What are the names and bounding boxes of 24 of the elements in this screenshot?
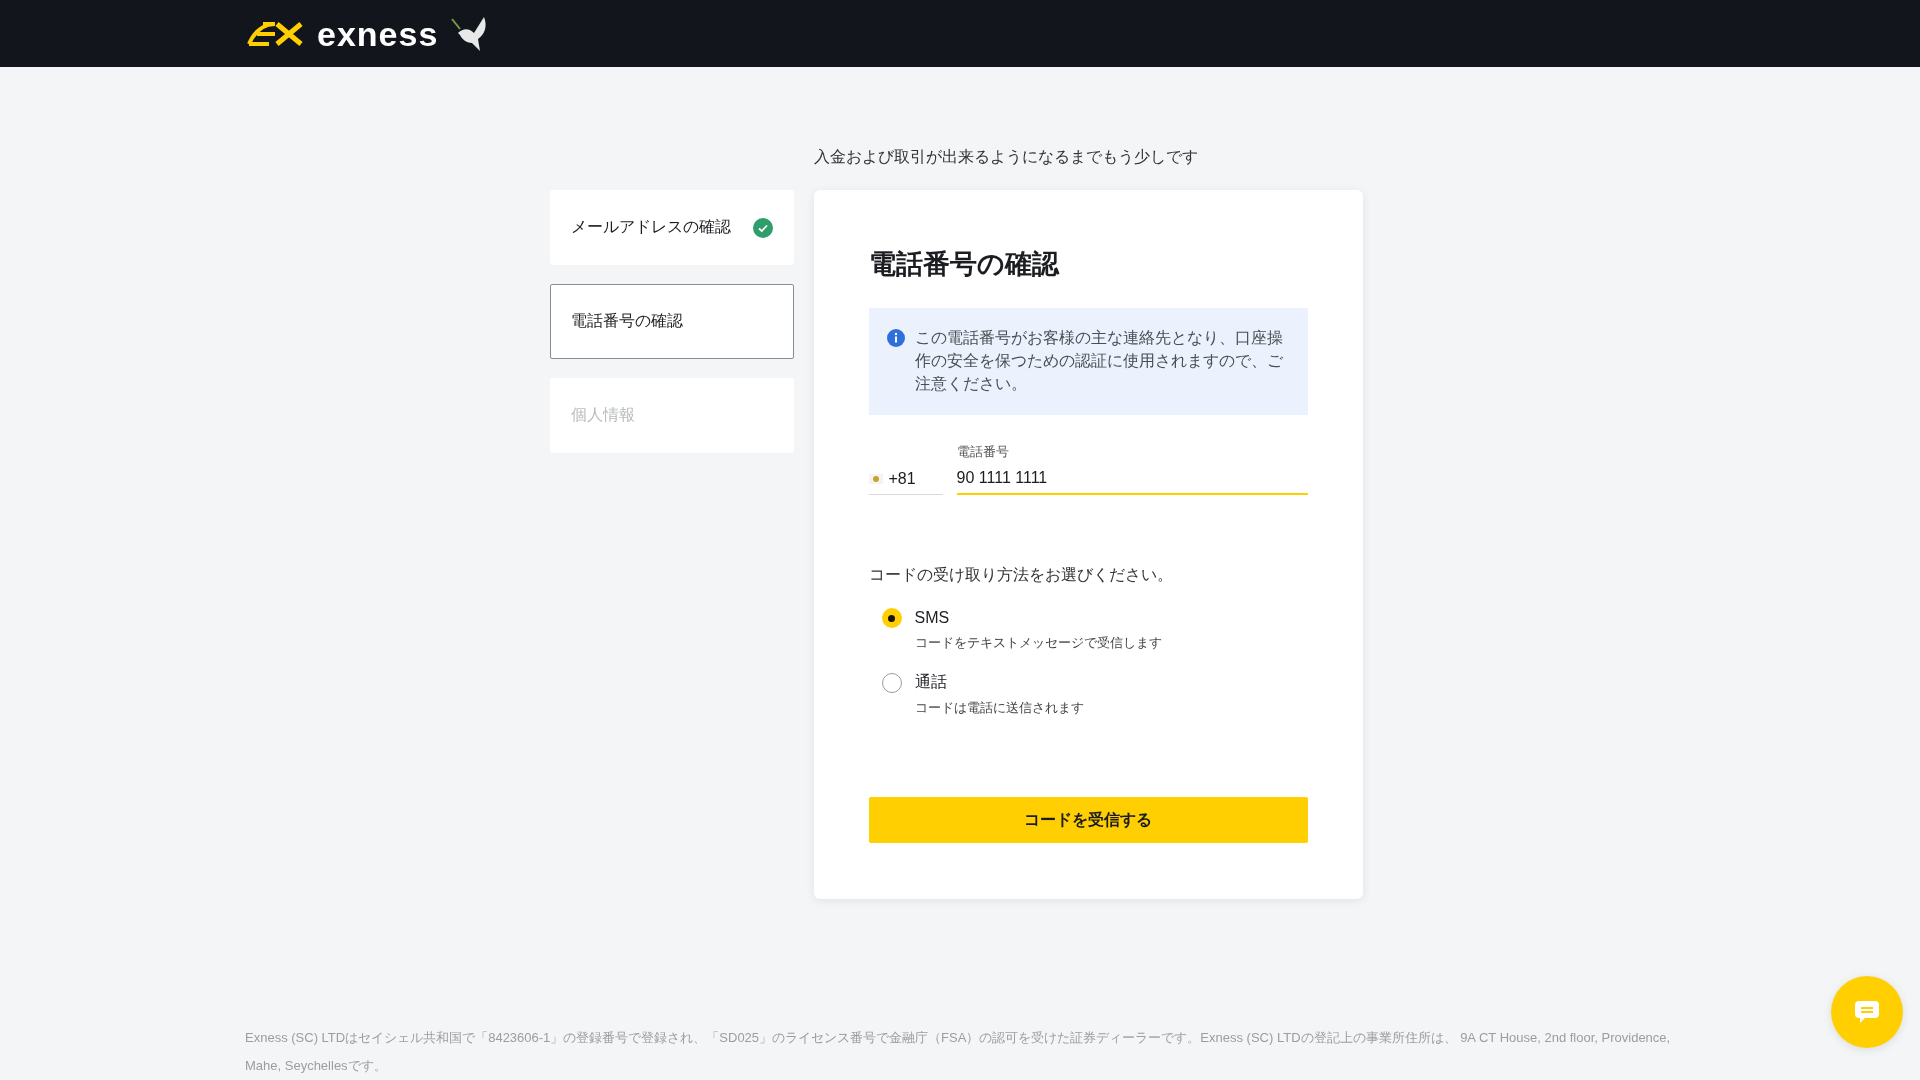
brand-name: exness: [317, 16, 439, 51]
info-text: この電話番号がお客様の主な連絡先となり、口座操作の安全を保つための認証に使用されますので、ご注意ください。: [914, 328, 1284, 394]
method-description: コードは電話に送信されます: [914, 699, 1085, 717]
method-label: 通話: [914, 672, 948, 692]
step-item[interactable]: メールアドレスの確認: [549, 190, 794, 265]
chat-bubble-icon: [1854, 999, 1880, 1025]
legal-notice: Exness (SC) LTDはセイシェル共和国で「8423606-1」の登録番号で登録され、「SD025」のライセンス番号で金融庁（FSA）の認可を受けた証券ディーラーです。Exness (SC) LTDの登記上の事業所住所は、 9A CT House, 2nd floor, Providence, Mahe, Seychellesです。: [244, 1029, 1672, 1075]
method-description: コードをテキストメッセージで受信します: [914, 634, 1163, 652]
radio-button[interactable]: [881, 608, 902, 628]
card-title: 電話番号の確認: [868, 248, 1061, 281]
info-icon: [886, 329, 905, 347]
step-item[interactable]: 電話番号の確認: [549, 284, 794, 359]
receive-code-button[interactable]: コードを受信する: [868, 797, 1308, 843]
progress-message: 入金および取引が出来るようになるまでもう少しです: [813, 147, 1199, 167]
flag-icon: [868, 474, 883, 484]
method-question: コードの受け取り方法をお選びください。: [868, 565, 1174, 585]
method-label: SMS: [914, 609, 951, 627]
radio-button[interactable]: [881, 672, 902, 693]
chat-button[interactable]: [1831, 976, 1903, 1048]
phone-input[interactable]: 90 1111 1111: [956, 469, 1308, 495]
phone-label: 電話番号: [956, 443, 1010, 461]
logo-mark-icon: [245, 19, 305, 48]
country-code-select[interactable]: +81: [868, 470, 943, 495]
country-code: +81: [888, 470, 916, 488]
